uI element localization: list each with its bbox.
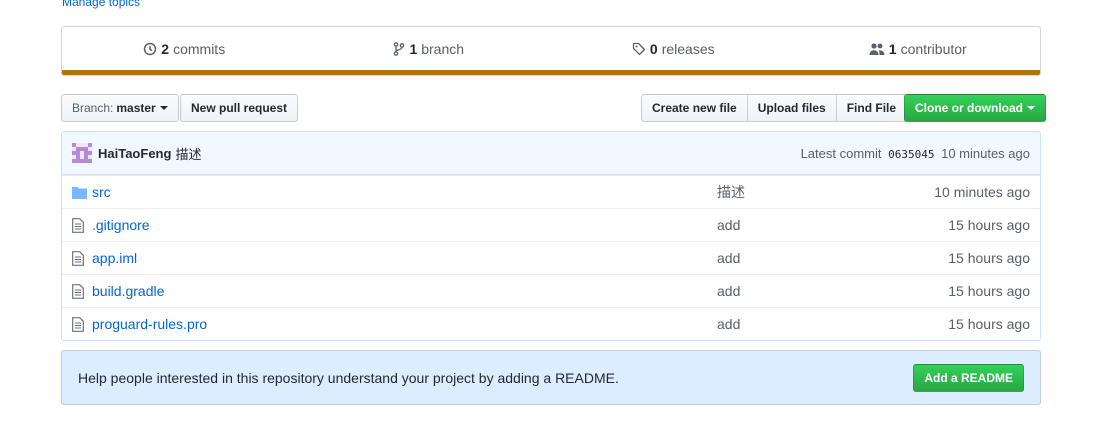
- clone-or-download-button[interactable]: Clone or download: [904, 94, 1046, 122]
- branch-select-button[interactable]: Branch: master: [61, 94, 179, 122]
- commit-author-link[interactable]: HaiTaoFeng: [98, 146, 171, 161]
- file-age: 15 hours ago: [948, 217, 1030, 233]
- file-commit-message[interactable]: 描述: [717, 182, 934, 202]
- manage-topics-link[interactable]: Manage topics: [62, 0, 140, 10]
- table-row: app.iml add 15 hours ago: [62, 241, 1040, 274]
- file-commit-message[interactable]: add: [717, 250, 948, 266]
- commits-count: 2: [161, 40, 170, 57]
- table-row: build.gradle add 15 hours ago: [62, 274, 1040, 307]
- create-new-file-button[interactable]: Create new file: [641, 94, 748, 122]
- table-row: .gitignore add 15 hours ago: [62, 208, 1040, 241]
- folder-icon: [72, 186, 90, 199]
- readme-prompt-banner: Help people interested in this repositor…: [61, 350, 1041, 405]
- organization-icon: [869, 42, 885, 55]
- history-icon: [144, 42, 157, 55]
- contributors-count: 1: [888, 40, 897, 57]
- git-branch-icon: [394, 41, 405, 56]
- releases-count: 0: [649, 40, 658, 57]
- file-age: 15 hours ago: [948, 316, 1030, 332]
- commits-label: commits: [173, 40, 226, 57]
- file-age: 10 minutes ago: [934, 184, 1030, 200]
- caret-down-icon: [1027, 106, 1035, 110]
- file-commit-message[interactable]: add: [717, 316, 948, 332]
- avatar[interactable]: [72, 143, 92, 163]
- file-age: 15 hours ago: [948, 250, 1030, 266]
- latest-commit-bar: HaiTaoFeng 描述 Latest commit 0635045 10 m…: [62, 132, 1040, 175]
- file-commit-message[interactable]: add: [717, 217, 948, 233]
- file-table: HaiTaoFeng 描述 Latest commit 0635045 10 m…: [61, 131, 1041, 341]
- branch-name: master: [116, 101, 156, 115]
- releases-count-link[interactable]: 0 releases: [551, 27, 796, 70]
- table-row: src 描述 10 minutes ago: [62, 175, 1040, 208]
- file-actions-group: Create new file Upload files Find File: [641, 94, 908, 122]
- readme-prompt-text: Help people interested in this repositor…: [78, 369, 619, 386]
- language-bar[interactable]: [62, 70, 1040, 75]
- file-name-link[interactable]: build.gradle: [92, 283, 717, 299]
- latest-commit-prefix: Latest commit: [800, 145, 882, 161]
- file-text-icon: [72, 283, 90, 299]
- table-row: proguard-rules.pro add 15 hours ago: [62, 307, 1040, 340]
- file-name-link[interactable]: src: [92, 184, 717, 200]
- file-name-link[interactable]: proguard-rules.pro: [92, 316, 717, 332]
- commit-message-link[interactable]: 描述: [175, 144, 201, 163]
- numbers-summary: 2 commits 1 branch 0 releases 1 contribu…: [61, 26, 1041, 76]
- branches-count-link[interactable]: 1 branch: [307, 27, 552, 70]
- file-text-icon: [72, 217, 90, 233]
- commits-count-link[interactable]: 2 commits: [62, 27, 307, 70]
- find-file-button[interactable]: Find File: [835, 94, 908, 122]
- file-name-link[interactable]: .gitignore: [92, 217, 717, 233]
- releases-label: releases: [661, 40, 715, 57]
- branches-label: branch: [421, 40, 465, 57]
- caret-down-icon: [159, 106, 168, 110]
- commit-sha-link[interactable]: 0635045: [888, 148, 934, 161]
- clone-label: Clone or download: [915, 101, 1023, 115]
- new-pull-request-button[interactable]: New pull request: [180, 94, 299, 122]
- upload-files-button[interactable]: Upload files: [746, 94, 837, 122]
- file-text-icon: [72, 250, 90, 266]
- branches-count: 1: [409, 40, 418, 57]
- latest-commit-info: Latest commit 0635045 10 minutes ago: [801, 146, 1030, 161]
- add-readme-button[interactable]: Add a README: [913, 363, 1024, 392]
- latest-commit-age: 10 minutes ago: [941, 145, 1030, 161]
- branch-prefix: Branch:: [72, 101, 114, 115]
- contributors-count-link[interactable]: 1 contributor: [796, 27, 1041, 70]
- file-text-icon: [72, 316, 90, 332]
- file-commit-message[interactable]: add: [717, 283, 948, 299]
- file-age: 15 hours ago: [948, 283, 1030, 299]
- tag-icon: [632, 42, 646, 55]
- contributors-label: contributor: [900, 40, 967, 57]
- file-name-link[interactable]: app.iml: [92, 250, 717, 266]
